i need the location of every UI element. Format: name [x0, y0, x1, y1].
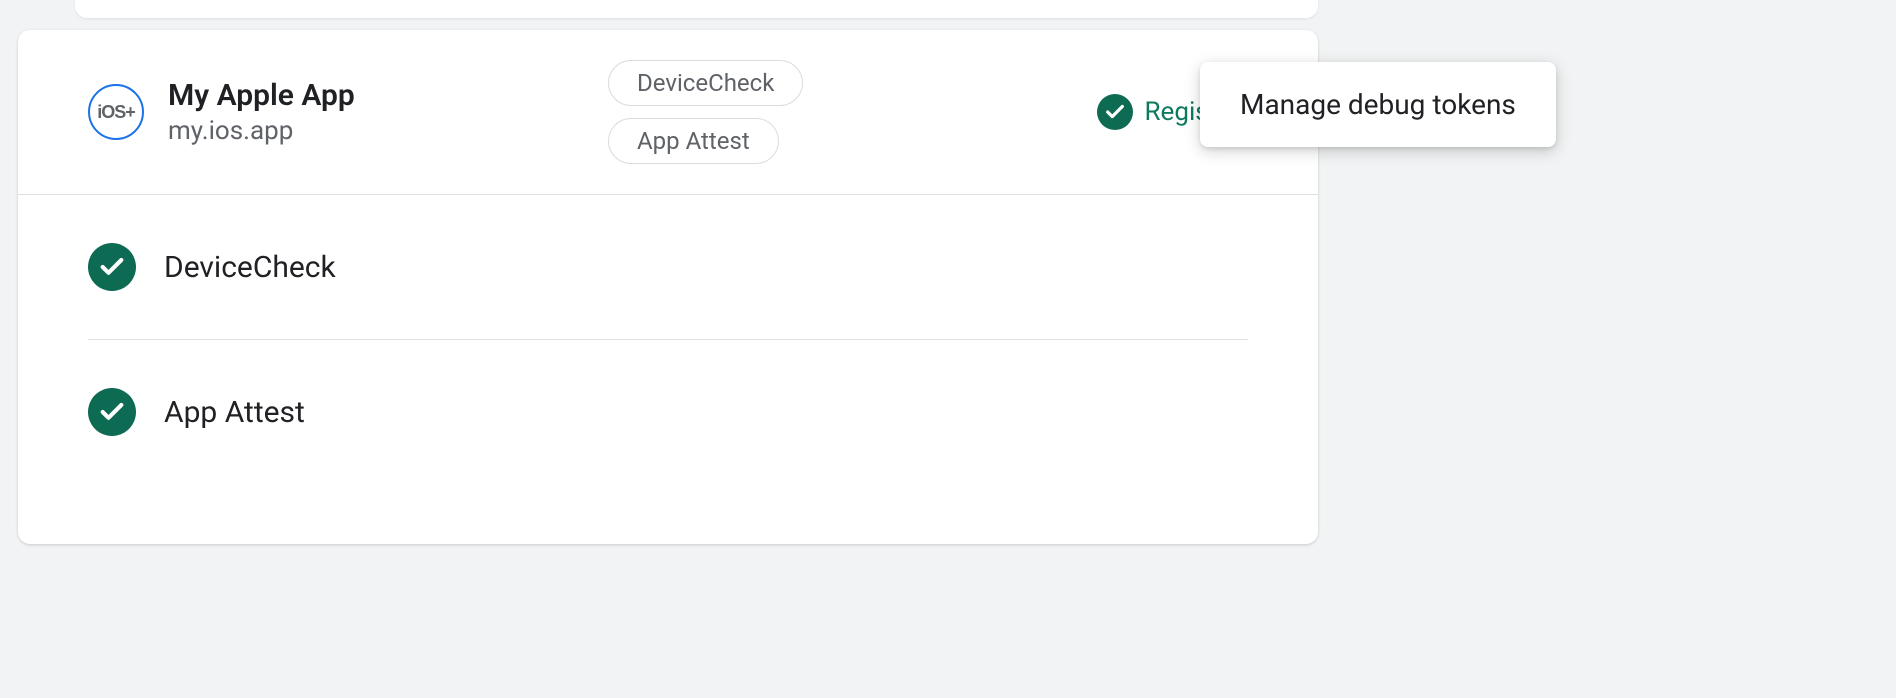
ios-platform-icon-label: iOS+	[97, 102, 135, 123]
check-icon	[88, 243, 136, 291]
provider-name: DeviceCheck	[164, 250, 336, 285]
menu-item-manage-debug-tokens[interactable]: Manage debug tokens	[1240, 88, 1516, 121]
provider-row-devicecheck[interactable]: DeviceCheck	[88, 195, 1248, 340]
app-card: iOS+ My Apple App my.ios.app DeviceCheck…	[18, 30, 1318, 544]
chip-appattest: App Attest	[608, 118, 779, 164]
context-menu: Manage debug tokens	[1200, 62, 1556, 147]
ios-platform-icon: iOS+	[88, 84, 144, 140]
check-icon	[88, 388, 136, 436]
providers-list: DeviceCheck App Attest	[18, 195, 1318, 484]
app-info: My Apple App my.ios.app	[168, 78, 488, 146]
provider-chips: DeviceCheck App Attest	[608, 60, 803, 164]
app-header[interactable]: iOS+ My Apple App my.ios.app DeviceCheck…	[18, 30, 1318, 195]
app-bundle-id: my.ios.app	[168, 116, 488, 146]
prev-card-sliver	[75, 0, 1318, 18]
provider-row-appattest[interactable]: App Attest	[88, 340, 1248, 484]
app-title: My Apple App	[168, 78, 488, 114]
chip-devicecheck: DeviceCheck	[608, 60, 803, 106]
check-icon	[1097, 94, 1133, 130]
provider-name: App Attest	[164, 395, 305, 430]
